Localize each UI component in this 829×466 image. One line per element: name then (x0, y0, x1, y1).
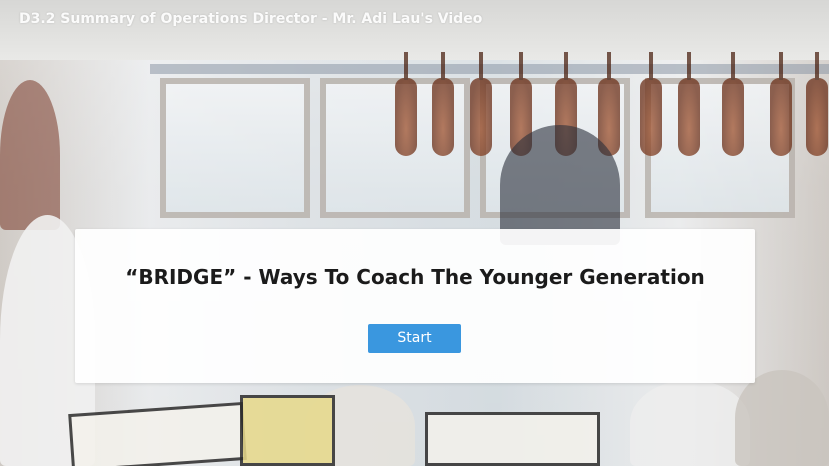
background-violin (640, 52, 662, 156)
background-music-stand (240, 395, 335, 466)
background-music-stand (68, 401, 247, 466)
background-rail (150, 64, 829, 74)
background-window (160, 78, 310, 218)
background-violin (722, 52, 744, 156)
background-music-stand (425, 412, 600, 466)
background-violin (395, 52, 417, 156)
intro-card: “BRIDGE” - Ways To Coach The Younger Gen… (75, 229, 755, 383)
start-button[interactable]: Start (368, 324, 461, 353)
card-title: “BRIDGE” - Ways To Coach The Younger Gen… (125, 265, 705, 289)
background-ceiling (0, 0, 829, 60)
background-violin (770, 52, 792, 156)
background-person (0, 80, 60, 230)
background-violin (470, 52, 492, 156)
background-violin (678, 52, 700, 156)
background-violin (432, 52, 454, 156)
slide-stage: D3.2 Summary of Operations Director - Mr… (0, 0, 829, 466)
background-person (630, 380, 750, 466)
background-person (500, 125, 620, 245)
video-title: D3.2 Summary of Operations Director - Mr… (19, 11, 483, 27)
background-violin (806, 52, 828, 156)
background-person (735, 370, 829, 466)
